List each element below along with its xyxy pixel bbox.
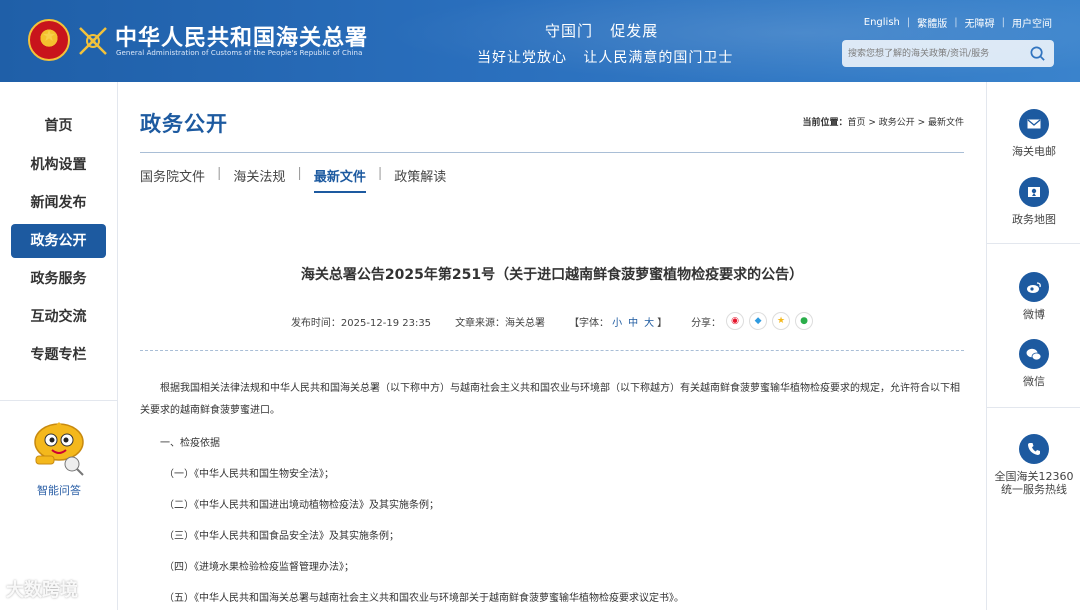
article-intro: 根据我国相关法律法规和中华人民共和国海关总署（以下称中方）与越南社会主义共和国农…	[140, 383, 960, 416]
watermark-logo: 大数跨境	[6, 580, 78, 601]
share-weibo-icon[interactable]: ◉	[726, 312, 745, 330]
map-icon	[1019, 177, 1049, 207]
font-size-medium[interactable]: 中	[628, 318, 638, 329]
article-body: 根据我国相关法律法规和中华人民共和国海关总署（以下称中方）与越南社会主义共和国农…	[140, 378, 964, 422]
font-size-large[interactable]: 大	[644, 318, 654, 329]
assistant-label[interactable]: 智能问答	[0, 482, 118, 498]
right-item-affairs-map[interactable]: 政务地图	[987, 177, 1080, 226]
tab-customs-regulations[interactable]: 海关法规	[233, 166, 285, 185]
article-list-item: （四）《进境水果检验检疫监督管理办法》；	[164, 562, 354, 573]
article-list-item: （五）《中华人民共和国海关总署与越南社会主义共和国农业与环境部关于越南鲜食菠萝蜜…	[164, 593, 684, 604]
tab-latest-documents[interactable]: 最新文件	[313, 166, 366, 193]
site-title[interactable]: 中华人民共和国海关总署	[115, 20, 368, 52]
main-content: 政务公开 当前位置：首页 > 政务公开 > 最新文件 国务院文件 | 海关法规 …	[140, 82, 964, 610]
article-title: 海关总署公告2025年第251号（关于进口越南鲜食菠萝蜜植物检疫要求的公告）	[300, 267, 804, 283]
article-meta: 发布时间：2025-12-19 23:35 文章来源：海关总署 【字体：小中大】…	[140, 312, 964, 330]
link-english[interactable]: English	[864, 17, 900, 28]
breadcrumb: 当前位置：首页 > 政务公开 > 最新文件	[802, 115, 964, 128]
breadcrumb-label: 当前位置：	[802, 118, 848, 128]
tab-bar: 国务院文件 | 海关法规 | 最新文件 | 政策解读	[140, 166, 447, 193]
article-list-item: （三）《中华人民共和国食品安全法》及其实施条例；	[164, 531, 399, 542]
mascot-icon[interactable]	[28, 416, 90, 478]
nav-item-organization[interactable]: 机构设置	[11, 148, 106, 182]
link-user-space[interactable]: 用户空间	[1012, 15, 1052, 30]
tab-policy-interpretation[interactable]: 政策解读	[394, 166, 446, 185]
share-bar: 分享： ◉ ◆ ★ ●	[691, 312, 814, 330]
article-list-item: （二）《中华人民共和国进出境动植物检疫法》及其实施条例；	[164, 500, 439, 511]
search-box	[842, 40, 1054, 67]
weibo-icon	[1019, 272, 1049, 302]
customs-emblem-icon	[79, 27, 107, 55]
nav-item-home[interactable]: 首页	[11, 109, 106, 143]
right-item-hotline[interactable]: 全国海关12360 统一服务热线	[987, 434, 1080, 496]
site-subtitle: General Administration of Customs of the…	[116, 49, 363, 57]
right-item-customs-email[interactable]: 海关电邮	[987, 109, 1080, 158]
right-item-wechat[interactable]: 微信	[987, 339, 1080, 388]
mail-icon	[1019, 109, 1049, 139]
search-icon[interactable]	[1029, 45, 1046, 62]
slogan-line2: 当好让党放心 让人民满意的国门卫士	[477, 50, 734, 66]
link-traditional[interactable]: 繁體版	[917, 15, 947, 30]
nav-item-government-affairs[interactable]: 政务公开	[11, 224, 106, 258]
title-divider	[140, 152, 964, 153]
share-qq-icon[interactable]: ◆	[749, 312, 768, 330]
right-item-weibo[interactable]: 微博	[987, 272, 1080, 321]
share-wechat-icon[interactable]: ●	[795, 312, 814, 330]
tab-state-council-documents[interactable]: 国务院文件	[140, 166, 205, 185]
nav-item-topics[interactable]: 专题专栏	[11, 338, 106, 372]
nav-item-interaction[interactable]: 互动交流	[11, 300, 106, 334]
wechat-icon	[1019, 339, 1049, 369]
right-sidebar: 海关电邮 政务地图 微博 微信 全国海关12360 统一服务热线	[986, 82, 1080, 610]
national-emblem-icon	[28, 19, 70, 61]
share-qzone-icon[interactable]: ★	[772, 312, 791, 330]
publish-time: 发布时间：2025-12-19 23:35	[290, 317, 432, 329]
font-size-control: 【字体：小中大】	[569, 317, 668, 329]
meta-divider	[140, 350, 964, 351]
article-list-item: （一）《中华人民共和国生物安全法》；	[164, 469, 334, 480]
article-section-heading: 一、检疫依据	[160, 438, 220, 449]
breadcrumb-path[interactable]: 首页 > 政务公开 > 最新文件	[847, 118, 964, 128]
link-accessibility[interactable]: 无障碍	[965, 15, 995, 30]
share-label: 分享：	[691, 317, 722, 329]
nav-divider	[0, 400, 118, 401]
section-title: 政务公开	[140, 111, 228, 136]
search-input[interactable]	[848, 45, 1018, 62]
site-header: 中华人民共和国海关总署 General Administration of Cu…	[0, 0, 1080, 82]
nav-item-services[interactable]: 政务服务	[11, 262, 106, 296]
nav-item-news[interactable]: 新闻发布	[11, 186, 106, 220]
left-nav: 首页 机构设置 新闻发布 政务公开 政务服务 互动交流 专题专栏 智能问答	[0, 82, 118, 610]
font-size-small[interactable]: 小	[612, 318, 622, 329]
slogan-line1: 守国门 促发展	[545, 22, 659, 40]
phone-icon	[1019, 434, 1049, 464]
top-links: English | 繁體版 | 无障碍 | 用户空间	[863, 15, 1052, 30]
article-source: 文章来源：海关总署	[455, 317, 546, 329]
